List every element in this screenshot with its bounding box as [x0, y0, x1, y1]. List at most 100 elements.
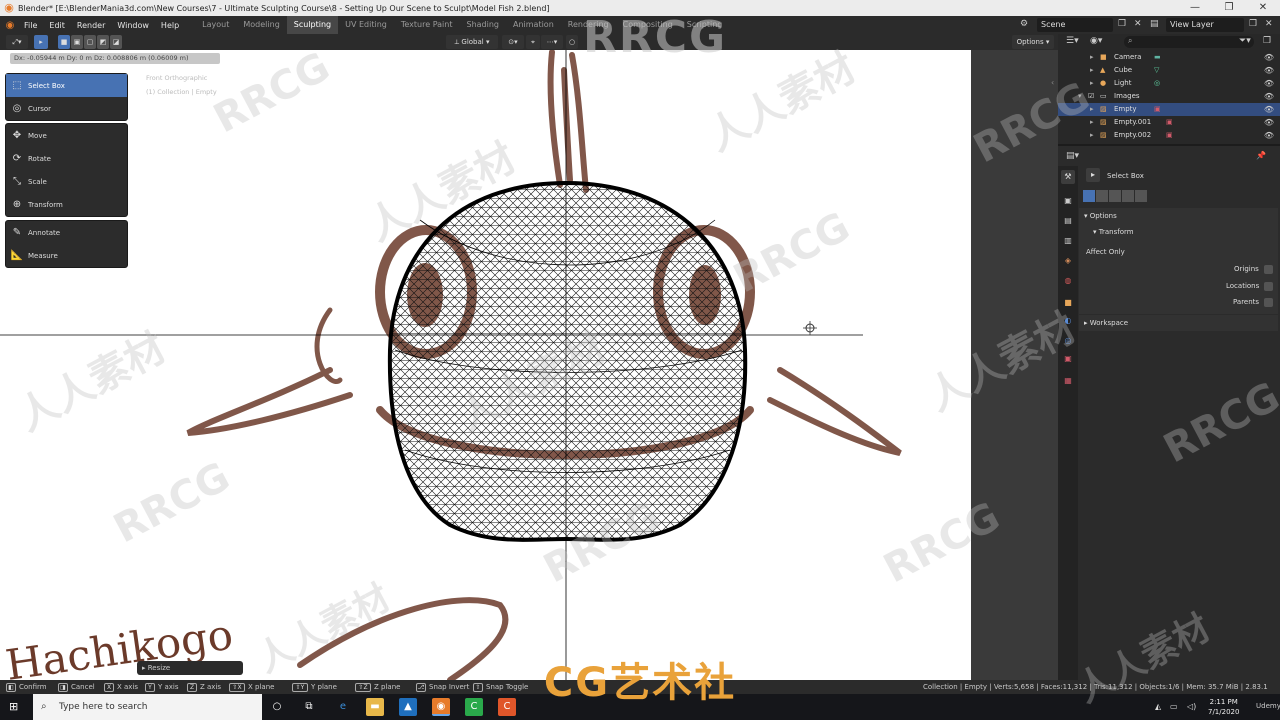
- view-layer-selector[interactable]: View Layer: [1166, 18, 1244, 32]
- tab-sculpting[interactable]: Sculpting: [286, 16, 339, 34]
- tab-render[interactable]: ▣: [1061, 194, 1075, 208]
- expand-arrow-icon[interactable]: ▸: [1090, 116, 1094, 129]
- display-mode-icon[interactable]: ◉▾: [1090, 36, 1102, 46]
- tab-data[interactable]: ▣: [1061, 352, 1075, 366]
- tool-measure[interactable]: 📐 Measure: [6, 244, 127, 267]
- file-explorer-icon[interactable]: ▬: [366, 698, 384, 716]
- pivot-point-dropdown[interactable]: ⊙▾: [502, 35, 524, 49]
- close-button[interactable]: ✕: [1246, 0, 1280, 16]
- select-mode-icon[interactable]: ▸: [34, 35, 48, 49]
- tab-modifiers[interactable]: ◐: [1061, 314, 1075, 328]
- visibility-eye-icon[interactable]: 👁: [1264, 116, 1274, 129]
- new-scene-icon[interactable]: ❐: [1118, 19, 1126, 29]
- outliner-item-empty-001[interactable]: ▸ ▨ Empty.001 ▣ 👁: [1058, 116, 1280, 129]
- outliner-item-cube[interactable]: ▸ ▲ Cube ▽ 👁: [1058, 64, 1280, 77]
- tab-compositing[interactable]: Compositing: [616, 16, 680, 34]
- collapse-arrow-icon[interactable]: ▾: [1078, 90, 1082, 103]
- parents-checkbox[interactable]: [1264, 298, 1273, 307]
- tray-battery-icon[interactable]: ▭: [1170, 702, 1178, 711]
- outliner-item-empty[interactable]: ▸ ▨ Empty ▣ 👁: [1058, 103, 1280, 116]
- delete-view-layer-icon[interactable]: ✕: [1265, 19, 1273, 29]
- tool-transform[interactable]: ⊕ Transform: [6, 193, 127, 216]
- visibility-eye-icon[interactable]: 👁: [1264, 51, 1274, 64]
- properties-editor-icon[interactable]: ▤▾: [1066, 151, 1079, 161]
- menu-render[interactable]: Render: [71, 21, 111, 30]
- new-collection-icon[interactable]: ❐: [1263, 36, 1271, 46]
- pin-icon[interactable]: 📌: [1256, 151, 1266, 160]
- workspace-header[interactable]: ▸ Workspace: [1084, 319, 1128, 327]
- scene-icon[interactable]: ⚙: [1020, 19, 1028, 29]
- outliner-item-camera[interactable]: ▸ ■ Camera ▬ 👁: [1058, 51, 1280, 64]
- expand-arrow-icon[interactable]: ▸: [1090, 64, 1094, 77]
- tab-uv-editing[interactable]: UV Editing: [338, 16, 394, 34]
- visibility-eye-icon[interactable]: 👁: [1264, 129, 1274, 142]
- expand-arrow-icon[interactable]: ▸: [1090, 77, 1094, 90]
- select-subtract-icon[interactable]: ▢: [84, 35, 96, 49]
- taskbar-clock[interactable]: 2:11 PM 7/1/2020: [1208, 697, 1239, 717]
- tab-output[interactable]: ▤: [1061, 214, 1075, 228]
- tab-animation[interactable]: Animation: [506, 16, 561, 34]
- select-new-icon[interactable]: ■: [58, 35, 70, 49]
- outliner-item-empty-002[interactable]: ▸ ▨ Empty.002 ▣ 👁: [1058, 129, 1280, 142]
- tab-world[interactable]: ◍: [1061, 274, 1075, 288]
- select-extend-icon[interactable]: ▣: [71, 35, 83, 49]
- mode-new-icon[interactable]: [1083, 190, 1095, 202]
- expand-arrow-icon[interactable]: ▸: [1090, 51, 1094, 64]
- checkbox-icon[interactable]: ☑: [1088, 90, 1094, 103]
- menu-window[interactable]: Window: [111, 21, 155, 30]
- menu-file[interactable]: File: [18, 21, 43, 30]
- select-intersect-icon[interactable]: ◪: [110, 35, 122, 49]
- visibility-eye-icon[interactable]: 👁: [1264, 77, 1274, 90]
- tool-cursor[interactable]: ◎ Cursor: [6, 97, 127, 120]
- tab-scripting[interactable]: Scripting: [680, 16, 730, 34]
- tab-rendering[interactable]: Rendering: [561, 16, 616, 34]
- snap-toggle-icon[interactable]: ⌖: [526, 35, 540, 49]
- tab-tool[interactable]: ⚒: [1061, 170, 1075, 184]
- mode-extend-icon[interactable]: [1096, 190, 1108, 202]
- tab-texture[interactable]: ▦: [1061, 374, 1075, 388]
- menu-edit[interactable]: Edit: [43, 21, 71, 30]
- blender-menu-icon[interactable]: ◉: [2, 20, 18, 31]
- select-invert-icon[interactable]: ◩: [97, 35, 109, 49]
- tab-physics[interactable]: ◎: [1061, 334, 1075, 348]
- options-dropdown[interactable]: Options ▾: [1012, 35, 1054, 49]
- app-blue-icon[interactable]: ▲: [399, 698, 417, 716]
- camtasia-orange-icon[interactable]: C: [498, 698, 516, 716]
- mode-intersect-icon[interactable]: [1135, 190, 1147, 202]
- task-view-icon[interactable]: ⧉: [300, 698, 318, 716]
- tool-move[interactable]: ✥ Move: [6, 124, 127, 147]
- expand-arrow-icon[interactable]: ▸: [1090, 103, 1094, 116]
- tray-network-icon[interactable]: ◭: [1155, 702, 1161, 711]
- origins-checkbox[interactable]: [1264, 265, 1273, 274]
- new-view-layer-icon[interactable]: ❐: [1249, 19, 1257, 29]
- tray-volume-icon[interactable]: ◁): [1187, 702, 1196, 711]
- mode-invert-icon[interactable]: [1122, 190, 1134, 202]
- tab-layout[interactable]: Layout: [195, 16, 236, 34]
- last-operator-panel[interactable]: ▸ Resize: [137, 661, 243, 675]
- tool-annotate[interactable]: ✎ Annotate: [6, 221, 127, 244]
- view-layer-icon[interactable]: ▤: [1150, 19, 1159, 29]
- transform-orientation-dropdown[interactable]: ⟂ Global ▾: [446, 35, 498, 49]
- locations-checkbox[interactable]: [1264, 282, 1273, 291]
- tab-view-layer[interactable]: ▥: [1061, 234, 1075, 248]
- tab-shading[interactable]: Shading: [459, 16, 506, 34]
- tool-rotate[interactable]: ⟳ Rotate: [6, 147, 127, 170]
- outliner-search-input[interactable]: ⌕: [1124, 36, 1254, 48]
- editor-type-button[interactable]: ⤢▾: [6, 35, 28, 49]
- windows-start-icon[interactable]: ⊞: [9, 701, 21, 713]
- filter-icon[interactable]: ⏷▾: [1239, 36, 1251, 46]
- tool-select-box[interactable]: ⬚ Select Box: [6, 74, 127, 97]
- cortana-icon[interactable]: ○: [268, 698, 286, 716]
- maximize-button[interactable]: ❐: [1212, 0, 1246, 16]
- transform-subheader[interactable]: ▾ Transform: [1093, 228, 1134, 236]
- expand-arrow-icon[interactable]: ▸: [1090, 129, 1094, 142]
- visibility-eye-icon[interactable]: 👁: [1264, 64, 1274, 77]
- outliner-item-images[interactable]: ▾ ☑ ▭ Images 👁: [1058, 90, 1280, 103]
- blender-taskbar-icon[interactable]: ◉: [432, 698, 450, 716]
- minimize-button[interactable]: —: [1178, 0, 1212, 16]
- camtasia-green-icon[interactable]: C: [465, 698, 483, 716]
- mode-subtract-icon[interactable]: [1109, 190, 1121, 202]
- tab-object[interactable]: ■: [1061, 296, 1075, 310]
- visibility-eye-icon[interactable]: 👁: [1264, 90, 1274, 103]
- menu-help[interactable]: Help: [155, 21, 185, 30]
